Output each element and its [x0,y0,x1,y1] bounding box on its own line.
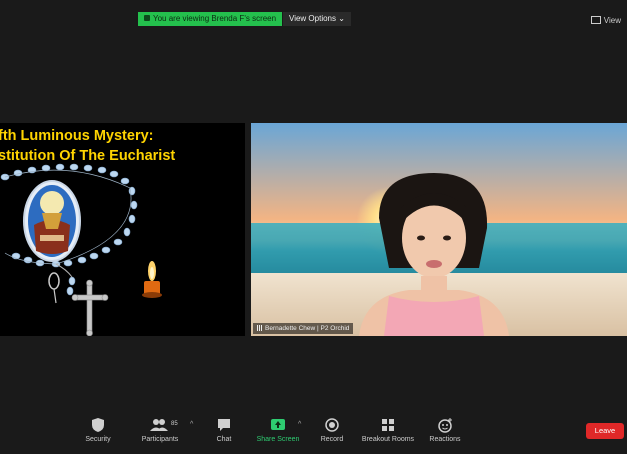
slide-title-line-1: fth Luminous Mystery: [0,128,154,144]
breakout-rooms-button[interactable]: Breakout Rooms [360,417,416,443]
shared-screen-tile: fth Luminous Mystery: stitution Of The E… [0,123,245,336]
reactions-label: Reactions [429,436,461,443]
security-label: Security [85,436,111,443]
view-options-button[interactable]: View Options ⌄ [283,12,351,26]
screen-share-icon [144,15,150,21]
participant-video-tile[interactable]: Bernadette Chew | P2 Orchid [251,123,627,336]
share-screen-button[interactable]: Share Screen [256,417,300,443]
chat-button[interactable]: Chat [214,417,234,443]
view-button[interactable]: View [590,16,621,25]
smiley-icon [438,418,452,433]
shield-icon [92,418,104,432]
view-button-label: View [603,16,621,25]
slide-title: fth Luminous Mystery: stitution Of The E… [0,126,245,166]
record-button[interactable]: Record [319,417,345,443]
participants-icon [150,419,168,431]
chat-icon [218,419,230,431]
screen-share-banner-text: You are viewing Brenda F's screen [153,14,277,23]
participant-name-tag: Bernadette Chew | P2 Orchid [253,323,354,334]
grid-view-icon [590,16,601,24]
participant-avatar [359,173,509,336]
record-label: Record [320,436,344,443]
security-button[interactable]: Security [84,417,112,443]
reactions-button[interactable]: Reactions [428,417,462,443]
chevron-down-icon: ⌄ [338,14,345,23]
meeting-toolbar: Security Participants 85 ^ Chat Share Sc… [0,409,627,454]
share-screen-icon [271,419,285,430]
rosary-image [0,163,162,336]
participants-label: Participants [141,436,179,443]
meeting-top-bar: You are viewing Brenda F's screen View O… [0,0,627,30]
signal-icon [257,325,263,331]
chat-label: Chat [216,436,232,443]
record-icon [325,418,339,432]
leave-button[interactable]: Leave [586,423,624,439]
breakout-rooms-icon [382,419,394,431]
breakout-rooms-label: Breakout Rooms [361,436,415,443]
participant-name: Bernadette Chew | P2 Orchid [265,325,350,332]
share-screen-label: Share Screen [256,436,300,443]
share-screen-caret-icon[interactable]: ^ [298,421,301,428]
view-options-label: View Options [289,14,336,23]
screen-share-banner: You are viewing Brenda F's screen [138,12,283,26]
participants-count: 85 [171,421,178,427]
participants-caret-icon[interactable]: ^ [190,421,193,428]
